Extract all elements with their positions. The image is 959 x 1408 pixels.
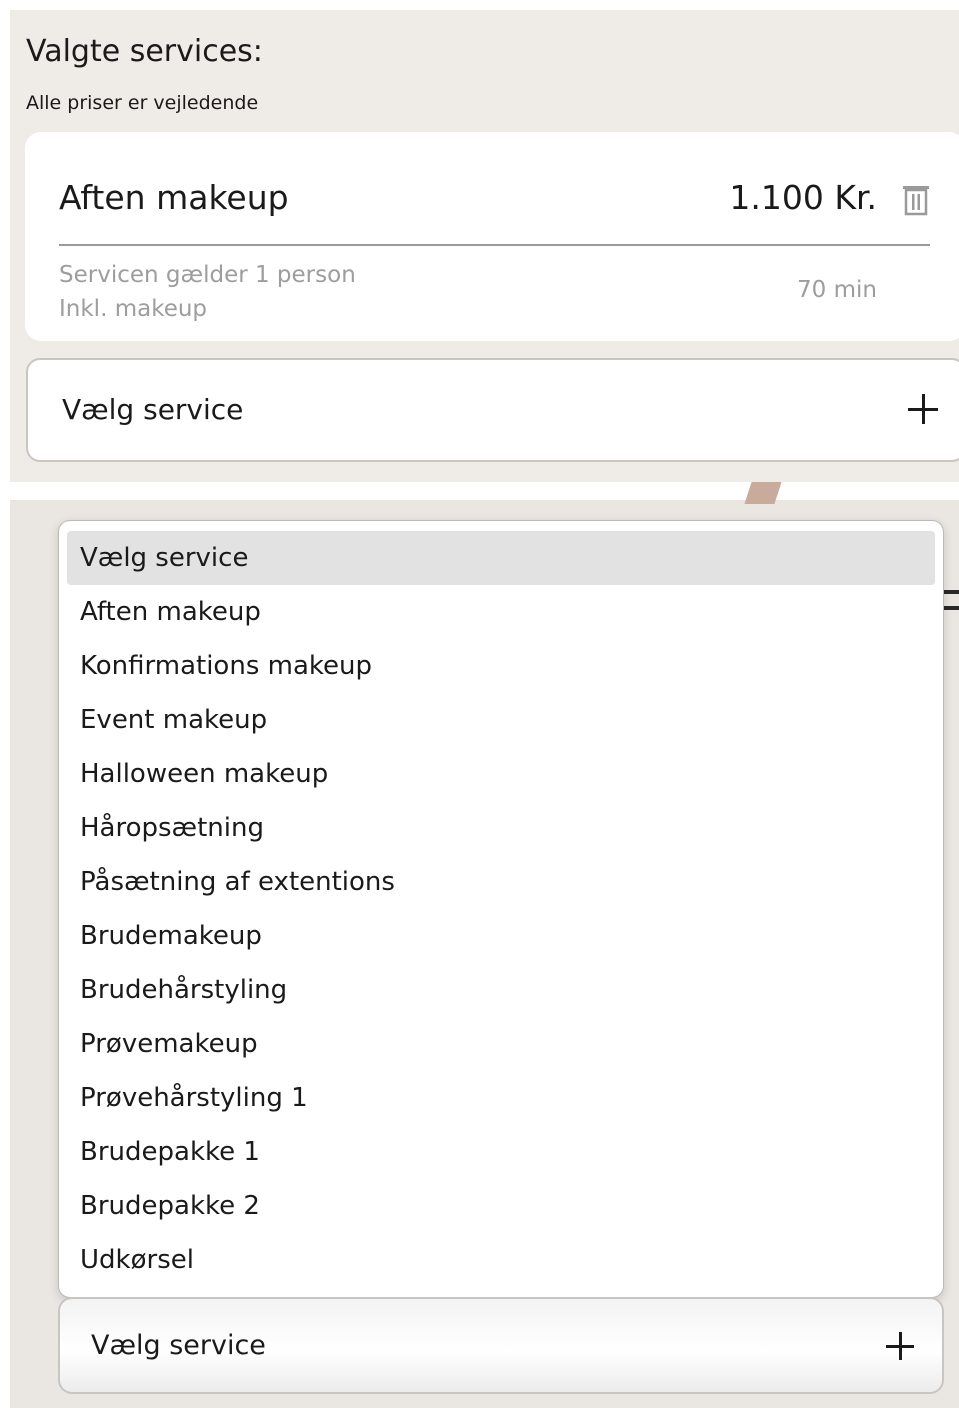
dropdown-option[interactable]: Håropsætning — [67, 801, 935, 855]
trash-icon[interactable] — [901, 182, 931, 216]
dropdown-option[interactable]: Vælg service — [67, 531, 935, 585]
service-price: 1.100 Kr. — [729, 178, 877, 217]
section-title: Valgte services: — [26, 34, 263, 69]
dropdown-option[interactable]: Konfirmations makeup — [67, 639, 935, 693]
service-description: Servicen gælder 1 person Inkl. makeup — [59, 258, 356, 326]
dropdown-option[interactable]: Brudepakke 1 — [67, 1125, 935, 1179]
selected-services-panel: Valgte services: Alle priser er vejleden… — [10, 10, 959, 482]
service-dropdown-menu: Vælg service Aften makeup Konfirmations ma… — [58, 520, 944, 1298]
service-name: Aften makeup — [59, 178, 289, 217]
dropdown-option[interactable]: Prøvemakeup — [67, 1017, 935, 1071]
dropdown-option[interactable]: Prøvehårstyling 1 — [67, 1071, 935, 1125]
dropdown-option[interactable]: Brudemakeup — [67, 909, 935, 963]
dropdown-option[interactable]: Påsætning af extentions — [67, 855, 935, 909]
selected-service-card: Aften makeup 1.100 Kr. Servicen gælder 1… — [25, 132, 959, 341]
card-divider — [59, 244, 930, 246]
choose-service-select-open[interactable]: Vælg service — [58, 1297, 944, 1394]
service-includes-note: Inkl. makeup — [59, 296, 208, 322]
dropdown-option[interactable]: Brudepakke 2 — [67, 1179, 935, 1233]
dropdown-option[interactable]: Udkørsel — [67, 1233, 935, 1287]
dropdown-option[interactable]: Event makeup — [67, 693, 935, 747]
background-edge-mark — [944, 606, 959, 610]
choose-service-select[interactable]: Vælg service — [26, 358, 959, 462]
dropdown-option[interactable]: Brudehårstyling — [67, 963, 935, 1017]
background-edge-mark — [944, 590, 959, 594]
plus-icon — [886, 1332, 914, 1360]
choose-service-label: Vælg service — [91, 1330, 266, 1361]
service-option-list: Vælg service Aften makeup Konfirmations ma… — [67, 531, 935, 1287]
service-duration: 70 min — [797, 277, 877, 303]
dropdown-option[interactable]: Halloween makeup — [67, 747, 935, 801]
price-disclaimer: Alle priser er vejledende — [26, 92, 259, 114]
plus-icon — [908, 394, 938, 424]
service-person-note: Servicen gælder 1 person — [59, 262, 356, 288]
choose-service-label: Vælg service — [62, 393, 244, 426]
dropdown-option[interactable]: Aften makeup — [67, 585, 935, 639]
